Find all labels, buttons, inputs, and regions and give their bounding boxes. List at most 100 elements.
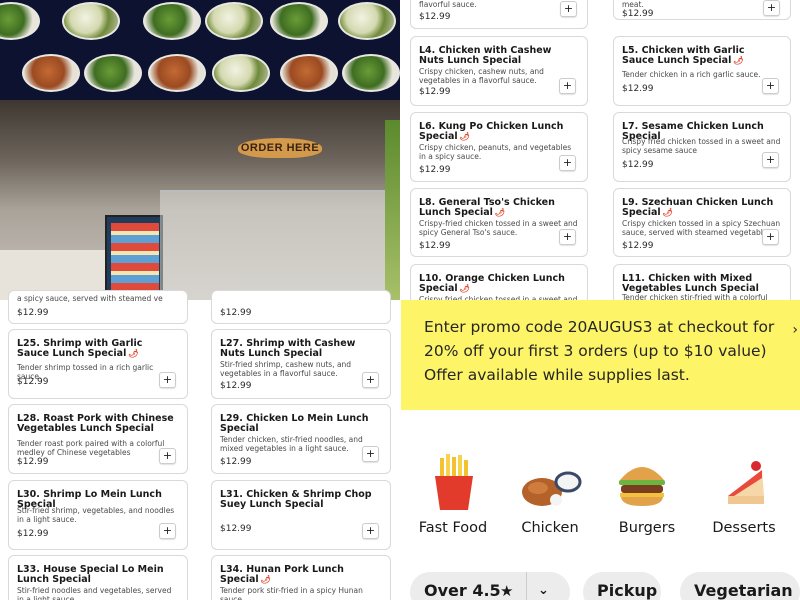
menu-board-dish bbox=[84, 54, 142, 92]
add-item-button[interactable]: + bbox=[559, 155, 576, 171]
menu-item-card[interactable]: L4. Chicken with Cashew Nuts Lunch Speci… bbox=[410, 36, 588, 106]
add-item-button[interactable]: + bbox=[762, 78, 779, 94]
menu-item-card[interactable]: L11. Chicken with Mixed Vegetables Lunch… bbox=[613, 264, 791, 304]
menu-item-title: L6. Kung Po Chicken Lunch Special 🌶 bbox=[419, 122, 575, 142]
menu-item-price: $12.99 bbox=[17, 457, 49, 467]
menu-board-dish bbox=[62, 2, 120, 40]
category-label: Desserts bbox=[712, 520, 776, 536]
pill-divider bbox=[526, 572, 527, 600]
chili-pepper-icon: 🌶 bbox=[260, 575, 271, 584]
menu-board-dish bbox=[22, 54, 80, 92]
add-item-button[interactable]: + bbox=[159, 523, 176, 539]
menu-board bbox=[0, 0, 400, 100]
add-item-button[interactable]: + bbox=[362, 523, 379, 539]
menu-board-dish bbox=[338, 2, 396, 40]
chevron-down-icon[interactable]: ⌄ bbox=[538, 572, 549, 600]
vegetarian-filter-label: Vegetarian bbox=[694, 581, 793, 600]
menu-item-title-text: L5. Chicken with Garlic Sauce Lunch Spec… bbox=[622, 45, 745, 66]
menu-item-card[interactable]: L25. Shrimp with Garlic Sauce Lunch Spec… bbox=[8, 329, 188, 399]
plus-icon: + bbox=[162, 524, 173, 537]
category-label: Burgers bbox=[618, 520, 676, 536]
menu-item-description: Stir-fried shrimp, vegetables, and noodl… bbox=[17, 506, 175, 524]
category-label: Chicken bbox=[521, 520, 579, 536]
menu-item-title: L9. Szechuan Chicken Lunch Special 🌶 bbox=[622, 198, 778, 218]
chevron-right-icon[interactable]: › bbox=[792, 322, 798, 338]
menu-item-title: L10. Orange Chicken Lunch Special 🌶 bbox=[419, 274, 575, 294]
menu-item-card[interactable]: L8. General Tso's Chicken Lunch Special 🌶… bbox=[410, 188, 588, 257]
chili-pepper-icon: 🌶 bbox=[733, 56, 744, 65]
menu-item-card[interactable]: L34. Hunan Pork Lunch Special 🌶 Tender por… bbox=[211, 555, 391, 600]
menu-item-card[interactable]: flavorful sauce. $12.99 + bbox=[410, 0, 588, 29]
menu-item-card[interactable]: L6. Kung Po Chicken Lunch Special 🌶 Crispy… bbox=[410, 112, 588, 182]
menu-item-title-text: L9. Szechuan Chicken Lunch Special bbox=[622, 197, 774, 218]
menu-item-card[interactable]: L10. Orange Chicken Lunch Special🌶Crispy… bbox=[410, 264, 588, 304]
menu-item-card[interactable]: L31. Chicken & Shrimp Chop Suey Lunch Sp… bbox=[211, 480, 391, 550]
menu-item-description: Crispy chicken, cashew nuts, and vegetab… bbox=[419, 67, 544, 85]
menu-item-card[interactable]: L29. Chicken Lo Mein Lunch Special Tender… bbox=[211, 404, 391, 474]
menu-item-card[interactable]: L7. Sesame Chicken Lunch Special Crispy f… bbox=[613, 112, 791, 182]
add-item-button[interactable]: + bbox=[362, 446, 379, 462]
plus-icon: + bbox=[563, 2, 574, 15]
menu-item-title-text: L31. Chicken & Shrimp Chop Suey Lunch Sp… bbox=[220, 489, 372, 510]
menu-item-card[interactable]: L9. Szechuan Chicken Lunch Special 🌶 Crisp… bbox=[613, 188, 791, 257]
add-item-button[interactable]: + bbox=[559, 78, 576, 94]
add-item-button[interactable]: + bbox=[159, 372, 176, 388]
menu-item-title: L11. Chicken with Mixed Vegetables Lunch… bbox=[622, 274, 778, 294]
drink-fridge bbox=[105, 215, 163, 300]
menu-item-card[interactable]: L27. Shrimp with Cashew Nuts Lunch Speci… bbox=[211, 329, 391, 399]
add-item-button[interactable]: + bbox=[560, 1, 577, 17]
menu-item-card[interactable]: L28. Roast Pork with Chinese Vegetables … bbox=[8, 404, 188, 474]
category-burgers[interactable] bbox=[592, 452, 692, 516]
menu-board-dish bbox=[270, 2, 328, 40]
fried-chicken-icon bbox=[522, 471, 582, 506]
menu-item-title-text: L6. Kung Po Chicken Lunch Special bbox=[419, 121, 564, 142]
add-item-button[interactable]: + bbox=[762, 229, 779, 245]
plus-icon: + bbox=[765, 230, 776, 243]
vegetarian-filter-pill[interactable]: Vegetarian bbox=[680, 572, 800, 600]
rating-filter-label: Over 4.5 bbox=[424, 581, 501, 600]
category-fast-food[interactable] bbox=[402, 452, 502, 516]
add-item-button[interactable]: + bbox=[763, 0, 780, 16]
category-chicken[interactable] bbox=[500, 452, 600, 516]
category-desserts[interactable] bbox=[694, 452, 794, 516]
sneeze-guard bbox=[160, 190, 400, 300]
menu-item-description: Stir-fried shrimp, cashew nuts, and vege… bbox=[220, 360, 352, 378]
menu-item-title-text: L4. Chicken with Cashew Nuts Lunch Speci… bbox=[419, 45, 552, 66]
menu-item-card[interactable]: a spicy sauce, served with steamed ve $1… bbox=[8, 290, 188, 324]
menu-item-card[interactable]: meat. $12.99 + bbox=[613, 0, 791, 20]
category-label: Fast Food bbox=[418, 520, 488, 536]
chili-pepper-icon: 🌶 bbox=[459, 284, 470, 293]
menu-item-price: $12.99 bbox=[17, 308, 49, 318]
promo-banner[interactable]: Enter promo code 20AUGUS3 at checkout fo… bbox=[401, 300, 800, 410]
menu-item-card[interactable]: $12.99 bbox=[211, 290, 391, 324]
menu-item-price: $12.99 bbox=[419, 241, 451, 251]
menu-item-price: $12.99 bbox=[622, 241, 654, 251]
menu-item-price: $12.99 bbox=[220, 308, 252, 318]
menu-item-card[interactable]: L33. House Special Lo Mein Lunch Special… bbox=[8, 555, 188, 600]
menu-item-description: Crispy chicken, peanuts, and vegetables … bbox=[419, 143, 572, 161]
menu-board-dish bbox=[280, 54, 338, 92]
menu-item-card[interactable]: L30. Shrimp Lo Mein Lunch Special Stir-fr… bbox=[8, 480, 188, 550]
menu-item-price: $12.99 bbox=[220, 524, 252, 534]
menu-item-title-text: L33. House Special Lo Mein Lunch Special bbox=[17, 564, 164, 585]
menu-item-description: Tender pork stir-fried in a spicy Hunan … bbox=[220, 586, 363, 600]
menu-item-title-text: L27. Shrimp with Cashew Nuts Lunch Speci… bbox=[220, 338, 356, 359]
menu-item-title: L34. Hunan Pork Lunch Special 🌶 bbox=[220, 565, 378, 585]
menu-item-card[interactable]: L5. Chicken with Garlic Sauce Lunch Spec… bbox=[613, 36, 791, 106]
rating-filter-pill[interactable]: Over 4.5 ★ ⌄ bbox=[410, 572, 570, 600]
menu-item-price: $12.99 bbox=[622, 84, 654, 94]
add-item-button[interactable]: + bbox=[559, 229, 576, 245]
menu-board-dish bbox=[148, 54, 206, 92]
pickup-filter-pill[interactable]: Pickup bbox=[583, 572, 661, 600]
add-item-button[interactable]: + bbox=[159, 448, 176, 464]
restaurant-photo: ORDER HERE bbox=[0, 0, 400, 300]
menu-item-description: Crispy chicken tossed in a spicy Szechua… bbox=[622, 219, 781, 237]
menu-item-title: L31. Chicken & Shrimp Chop Suey Lunch Sp… bbox=[220, 490, 378, 510]
menu-item-description: a spicy sauce, served with steamed ve bbox=[17, 294, 163, 303]
menu-item-description: Tender chicken, stir-fried noodles, and … bbox=[220, 435, 363, 453]
add-item-button[interactable]: + bbox=[762, 152, 779, 168]
add-item-button[interactable]: + bbox=[362, 372, 379, 388]
chili-pepper-icon: 🌶 bbox=[128, 349, 139, 358]
plus-icon: + bbox=[162, 373, 173, 386]
plus-icon: + bbox=[562, 79, 573, 92]
